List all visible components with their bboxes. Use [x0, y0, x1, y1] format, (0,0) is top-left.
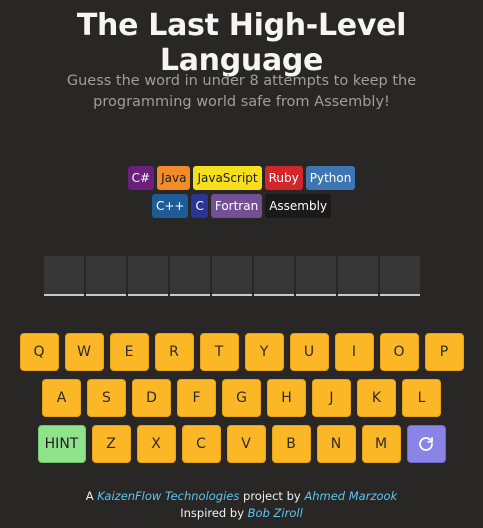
company-link[interactable]: KaizenFlow Technologies: [97, 489, 239, 503]
page-title: The Last High-Level Language: [76, 8, 407, 78]
key-g[interactable]: G: [222, 379, 261, 417]
author-link[interactable]: Ahmed Marzook: [304, 489, 397, 503]
key-o[interactable]: O: [379, 333, 419, 371]
key-n[interactable]: N: [316, 425, 356, 463]
key-k[interactable]: K: [357, 379, 396, 417]
key-x[interactable]: X: [136, 425, 176, 463]
key-y[interactable]: Y: [244, 333, 284, 371]
letter-slot: [254, 256, 294, 296]
footer-inspiration: Inspired by Bob Ziroll: [0, 506, 483, 520]
key-t[interactable]: T: [199, 333, 239, 371]
letter-slot: [170, 256, 210, 296]
game-instructions: Guess the word in under 8 attempts to ke…: [66, 73, 417, 110]
letter-slot: [296, 256, 336, 296]
keyboard-row-3: HINT ZXCVBNM: [0, 425, 483, 463]
key-r[interactable]: R: [154, 333, 194, 371]
language-chip: Ruby: [264, 166, 303, 190]
letter-slot: [86, 256, 126, 296]
key-q[interactable]: Q: [19, 333, 59, 371]
key-f[interactable]: F: [177, 379, 216, 417]
key-i[interactable]: I: [334, 333, 374, 371]
reset-button[interactable]: [406, 425, 446, 463]
key-a[interactable]: A: [42, 379, 81, 417]
key-u[interactable]: U: [289, 333, 329, 371]
language-chip: C: [191, 194, 208, 218]
language-chips-row-1: C# Java JavaScript Ruby Python: [0, 166, 483, 190]
letter-slot: [338, 256, 378, 296]
key-w[interactable]: W: [64, 333, 104, 371]
key-s[interactable]: S: [87, 379, 126, 417]
inspiration-link[interactable]: Bob Ziroll: [248, 506, 303, 520]
refresh-icon: [419, 437, 433, 451]
hint-button[interactable]: HINT: [37, 425, 86, 463]
language-chip: Fortran: [210, 194, 263, 218]
inspired-prefix: Inspired by: [180, 506, 248, 520]
language-chip: Python: [305, 166, 356, 190]
language-chip: JavaScript: [193, 166, 262, 190]
letter-slot: [128, 256, 168, 296]
letter-slot: [212, 256, 252, 296]
keyboard-row-2: ASDFGHJKL: [0, 379, 483, 417]
key-l[interactable]: L: [402, 379, 441, 417]
language-chip: C#: [127, 166, 155, 190]
key-z[interactable]: Z: [91, 425, 131, 463]
letter-slot: [380, 256, 420, 296]
footer-prefix: A: [85, 489, 98, 503]
key-p[interactable]: P: [424, 333, 464, 371]
key-b[interactable]: B: [271, 425, 311, 463]
letter-slot: [44, 256, 84, 296]
key-v[interactable]: V: [226, 425, 266, 463]
key-m[interactable]: M: [361, 425, 401, 463]
keyboard-row-1: QWERTYUIOP: [0, 333, 483, 371]
language-chips-row-2: C++ C Fortran Assembly: [0, 194, 483, 218]
word-board: [44, 256, 420, 296]
footer-mid: project by: [239, 489, 305, 503]
language-chip: Assembly: [265, 194, 332, 218]
key-e[interactable]: E: [109, 333, 149, 371]
key-d[interactable]: D: [132, 379, 171, 417]
key-h[interactable]: H: [267, 379, 306, 417]
language-chip: C++: [151, 194, 189, 218]
footer-credits: A KaizenFlow Technologies project by Ahm…: [0, 489, 483, 503]
language-chip: Java: [157, 166, 191, 190]
key-j[interactable]: J: [312, 379, 351, 417]
key-c[interactable]: C: [181, 425, 221, 463]
